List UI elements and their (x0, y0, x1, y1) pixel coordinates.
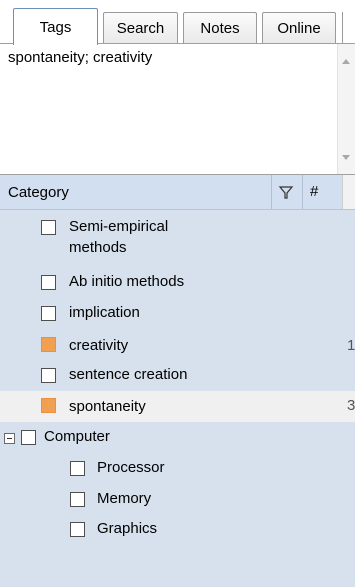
collapse-icon[interactable] (4, 433, 15, 444)
tree-item-computer[interactable]: Computer (0, 425, 355, 456)
tag-checkbox[interactable] (70, 522, 85, 537)
scroll-up-arrow-icon[interactable] (342, 59, 350, 64)
tab-search-label: Search (116, 20, 165, 37)
tree-item-processor[interactable]: Processor (0, 456, 355, 487)
tree-item-count: 1 (347, 337, 355, 354)
tab-notes-label: Notes (200, 20, 240, 37)
tree-item-label: Graphics (97, 520, 158, 537)
tree-item-label: methods (69, 239, 127, 256)
category-tree[interactable]: Category # Semi-empirical methods Ab ini… (0, 175, 355, 587)
tag-checkbox[interactable] (70, 461, 85, 476)
tab-notes[interactable]: Notes (183, 12, 257, 44)
tree-item-label: sentence creation (69, 366, 188, 383)
tree-item-label: Memory (97, 490, 152, 507)
tree-item-label: creativity (69, 337, 129, 354)
tag-checkbox[interactable] (41, 368, 56, 383)
tree-item-label: spontaneity (69, 398, 146, 415)
tag-checkbox[interactable] (70, 492, 85, 507)
tab-online-label: Online (277, 20, 321, 37)
tree-item-count: 3 (347, 397, 355, 414)
tree-item-semi-empirical-methods[interactable]: Semi-empirical methods (0, 217, 355, 267)
tree-item-graphics[interactable]: Graphics (0, 517, 355, 548)
tree-item-label: Processor (97, 459, 165, 476)
tab-tags-label: Tags (39, 18, 72, 36)
header-scroll-corner (342, 175, 355, 209)
tree-item-creativity[interactable]: creativity 1 (0, 332, 355, 363)
tree-item-label: implication (69, 304, 140, 321)
tab-bar: Online Notes Search Tags (0, 0, 355, 45)
tree-item-implication[interactable]: implication (0, 301, 355, 332)
scroll-down-arrow-icon[interactable] (342, 155, 350, 160)
tab-online[interactable]: Online (262, 12, 336, 44)
tag-checkbox-checked[interactable] (41, 398, 56, 413)
tree-item-label: Computer (44, 428, 110, 445)
tag-checkbox[interactable] (41, 275, 56, 290)
category-column-header[interactable]: Category (8, 184, 69, 201)
tab-bar-edge (342, 12, 343, 43)
tab-tags[interactable]: Tags (13, 8, 98, 45)
tags-scrollbar[interactable] (337, 44, 355, 174)
tag-checkbox[interactable] (41, 306, 56, 321)
tag-checkbox-checked[interactable] (41, 337, 56, 352)
tree-item-spontaneity[interactable]: spontaneity 3 (0, 391, 355, 422)
filter-icon[interactable] (277, 183, 295, 201)
tree-item-ab-initio-methods[interactable]: Ab initio methods (0, 270, 355, 301)
column-divider[interactable] (302, 175, 303, 209)
column-divider[interactable] (271, 175, 272, 209)
tree-item-sentence-creation[interactable]: sentence creation (0, 363, 355, 394)
tree-item-memory[interactable]: Memory (0, 487, 355, 518)
tree-item-label: Ab initio methods (69, 273, 185, 290)
tree-header: Category # (0, 175, 355, 210)
tags-value: spontaneity; creativity (8, 49, 153, 66)
tags-textarea[interactable]: spontaneity; creativity (0, 44, 355, 175)
tab-search[interactable]: Search (103, 12, 178, 44)
count-column-header[interactable]: # (310, 183, 318, 200)
tag-checkbox[interactable] (21, 430, 36, 445)
tree-item-label: Semi-empirical (69, 218, 169, 235)
tag-checkbox[interactable] (41, 220, 56, 235)
